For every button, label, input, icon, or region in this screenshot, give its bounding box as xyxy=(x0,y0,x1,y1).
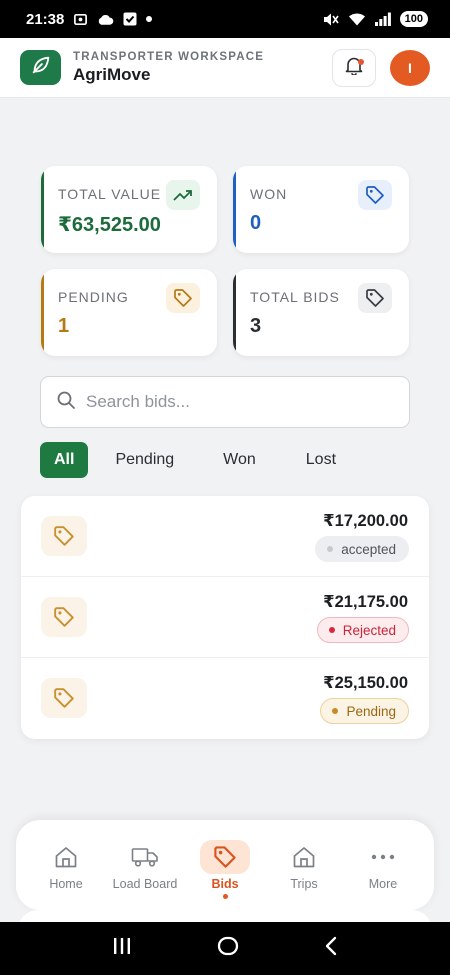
trips-icon xyxy=(279,840,329,874)
screen-record-icon xyxy=(73,12,88,27)
home-icon xyxy=(41,840,91,874)
trend-up-icon xyxy=(166,180,200,210)
recent-apps-icon[interactable] xyxy=(112,937,132,960)
system-navigation-bar xyxy=(0,922,450,975)
status-bar-right: 100 xyxy=(323,11,428,27)
status-badge: Pending xyxy=(320,698,409,724)
status-bar-left: 21:38 xyxy=(26,10,153,28)
app-header: TRANSPORTER WORKSPACE AgriMove I xyxy=(0,38,450,98)
nav-label: Bids xyxy=(211,877,239,891)
battery-level: 100 xyxy=(399,11,428,27)
active-indicator-dot xyxy=(222,894,228,899)
unread-dot xyxy=(358,58,364,65)
brand-block: TRANSPORTER WORKSPACE AgriMove xyxy=(73,51,332,85)
avatar[interactable]: I xyxy=(390,49,430,86)
stat-value: 3 xyxy=(250,315,262,337)
nav-label: Load Board xyxy=(112,877,178,891)
filter-tab-won[interactable]: Won xyxy=(209,442,270,478)
wifi-icon xyxy=(348,12,366,26)
workspace-kicker: TRANSPORTER WORKSPACE xyxy=(73,50,265,63)
bid-amount: ₹25,150.00 xyxy=(323,674,408,692)
bid-list: ₹17,200.00 accepted ₹21,175.00 Rejected … xyxy=(21,496,429,739)
list-item[interactable]: ₹25,150.00 Pending xyxy=(21,658,429,739)
stat-value: 0 xyxy=(250,212,262,234)
home-button-icon[interactable] xyxy=(217,936,239,961)
status-badge: accepted xyxy=(315,536,409,562)
leaf-icon xyxy=(30,54,52,81)
signal-icon xyxy=(374,12,391,26)
clock: 21:38 xyxy=(26,10,65,28)
filter-tabs: All Pending Won Lost xyxy=(40,442,350,478)
bottom-nav: Home Load Board Bids Trips More xyxy=(16,820,434,910)
checkbox-notification-icon xyxy=(123,12,137,26)
tag-icon xyxy=(358,283,392,313)
stat-card-total-value: TOTAL VALUE ₹63,525.00 xyxy=(41,166,217,253)
nav-item-trips[interactable]: Trips xyxy=(266,820,342,910)
truck-icon xyxy=(120,840,170,874)
notifications-button[interactable] xyxy=(332,48,376,87)
search-icon xyxy=(56,390,76,415)
cloud-icon xyxy=(97,13,114,26)
tag-icon xyxy=(358,180,392,210)
filter-tab-pending[interactable]: Pending xyxy=(101,442,188,478)
stat-card-pending: PENDING 1 xyxy=(41,269,217,356)
bid-amount: ₹17,200.00 xyxy=(323,512,408,530)
status-badge: Rejected xyxy=(316,617,409,643)
app-name: AgriMove xyxy=(73,64,151,84)
bid-amount: ₹21,175.00 xyxy=(323,593,408,611)
system-status-bar: 21:38 100 xyxy=(0,0,450,38)
nav-label: Home xyxy=(49,877,83,891)
stat-card-won: WON 0 xyxy=(233,166,409,253)
tag-icon xyxy=(200,840,250,874)
nav-item-home[interactable]: Home xyxy=(28,820,104,910)
status-dot xyxy=(327,546,334,552)
nav-item-bids[interactable]: Bids xyxy=(187,820,263,910)
app-logo xyxy=(20,50,61,85)
stat-value: 1 xyxy=(58,315,70,337)
list-item[interactable]: ₹17,200.00 accepted xyxy=(21,496,429,577)
search-input[interactable] xyxy=(86,392,386,412)
stat-card-total-bids: TOTAL BIDS 3 xyxy=(233,269,409,356)
status-dot xyxy=(328,627,335,633)
nav-label: More xyxy=(368,877,398,891)
filter-tab-lost[interactable]: Lost xyxy=(292,442,350,478)
status-dot xyxy=(332,708,339,714)
notification-dot-icon xyxy=(146,16,153,22)
nav-item-load-board[interactable]: Load Board xyxy=(107,820,183,910)
tag-icon xyxy=(41,597,87,637)
list-item[interactable]: ₹21,175.00 Rejected xyxy=(21,577,429,658)
back-icon[interactable] xyxy=(324,936,338,961)
mute-icon xyxy=(323,12,339,27)
tag-icon xyxy=(41,678,87,718)
nav-item-more[interactable]: More xyxy=(345,820,421,910)
status-text: Rejected xyxy=(342,622,396,638)
stat-value: ₹63,525.00 xyxy=(58,214,161,236)
status-text: Pending xyxy=(346,703,396,719)
tag-icon xyxy=(41,516,87,556)
more-icon xyxy=(358,840,408,874)
nav-label: Trips xyxy=(290,877,318,891)
status-text: accepted xyxy=(341,541,396,557)
search-box[interactable] xyxy=(40,376,410,428)
tag-icon xyxy=(166,283,200,313)
filter-tab-all[interactable]: All xyxy=(40,442,89,478)
